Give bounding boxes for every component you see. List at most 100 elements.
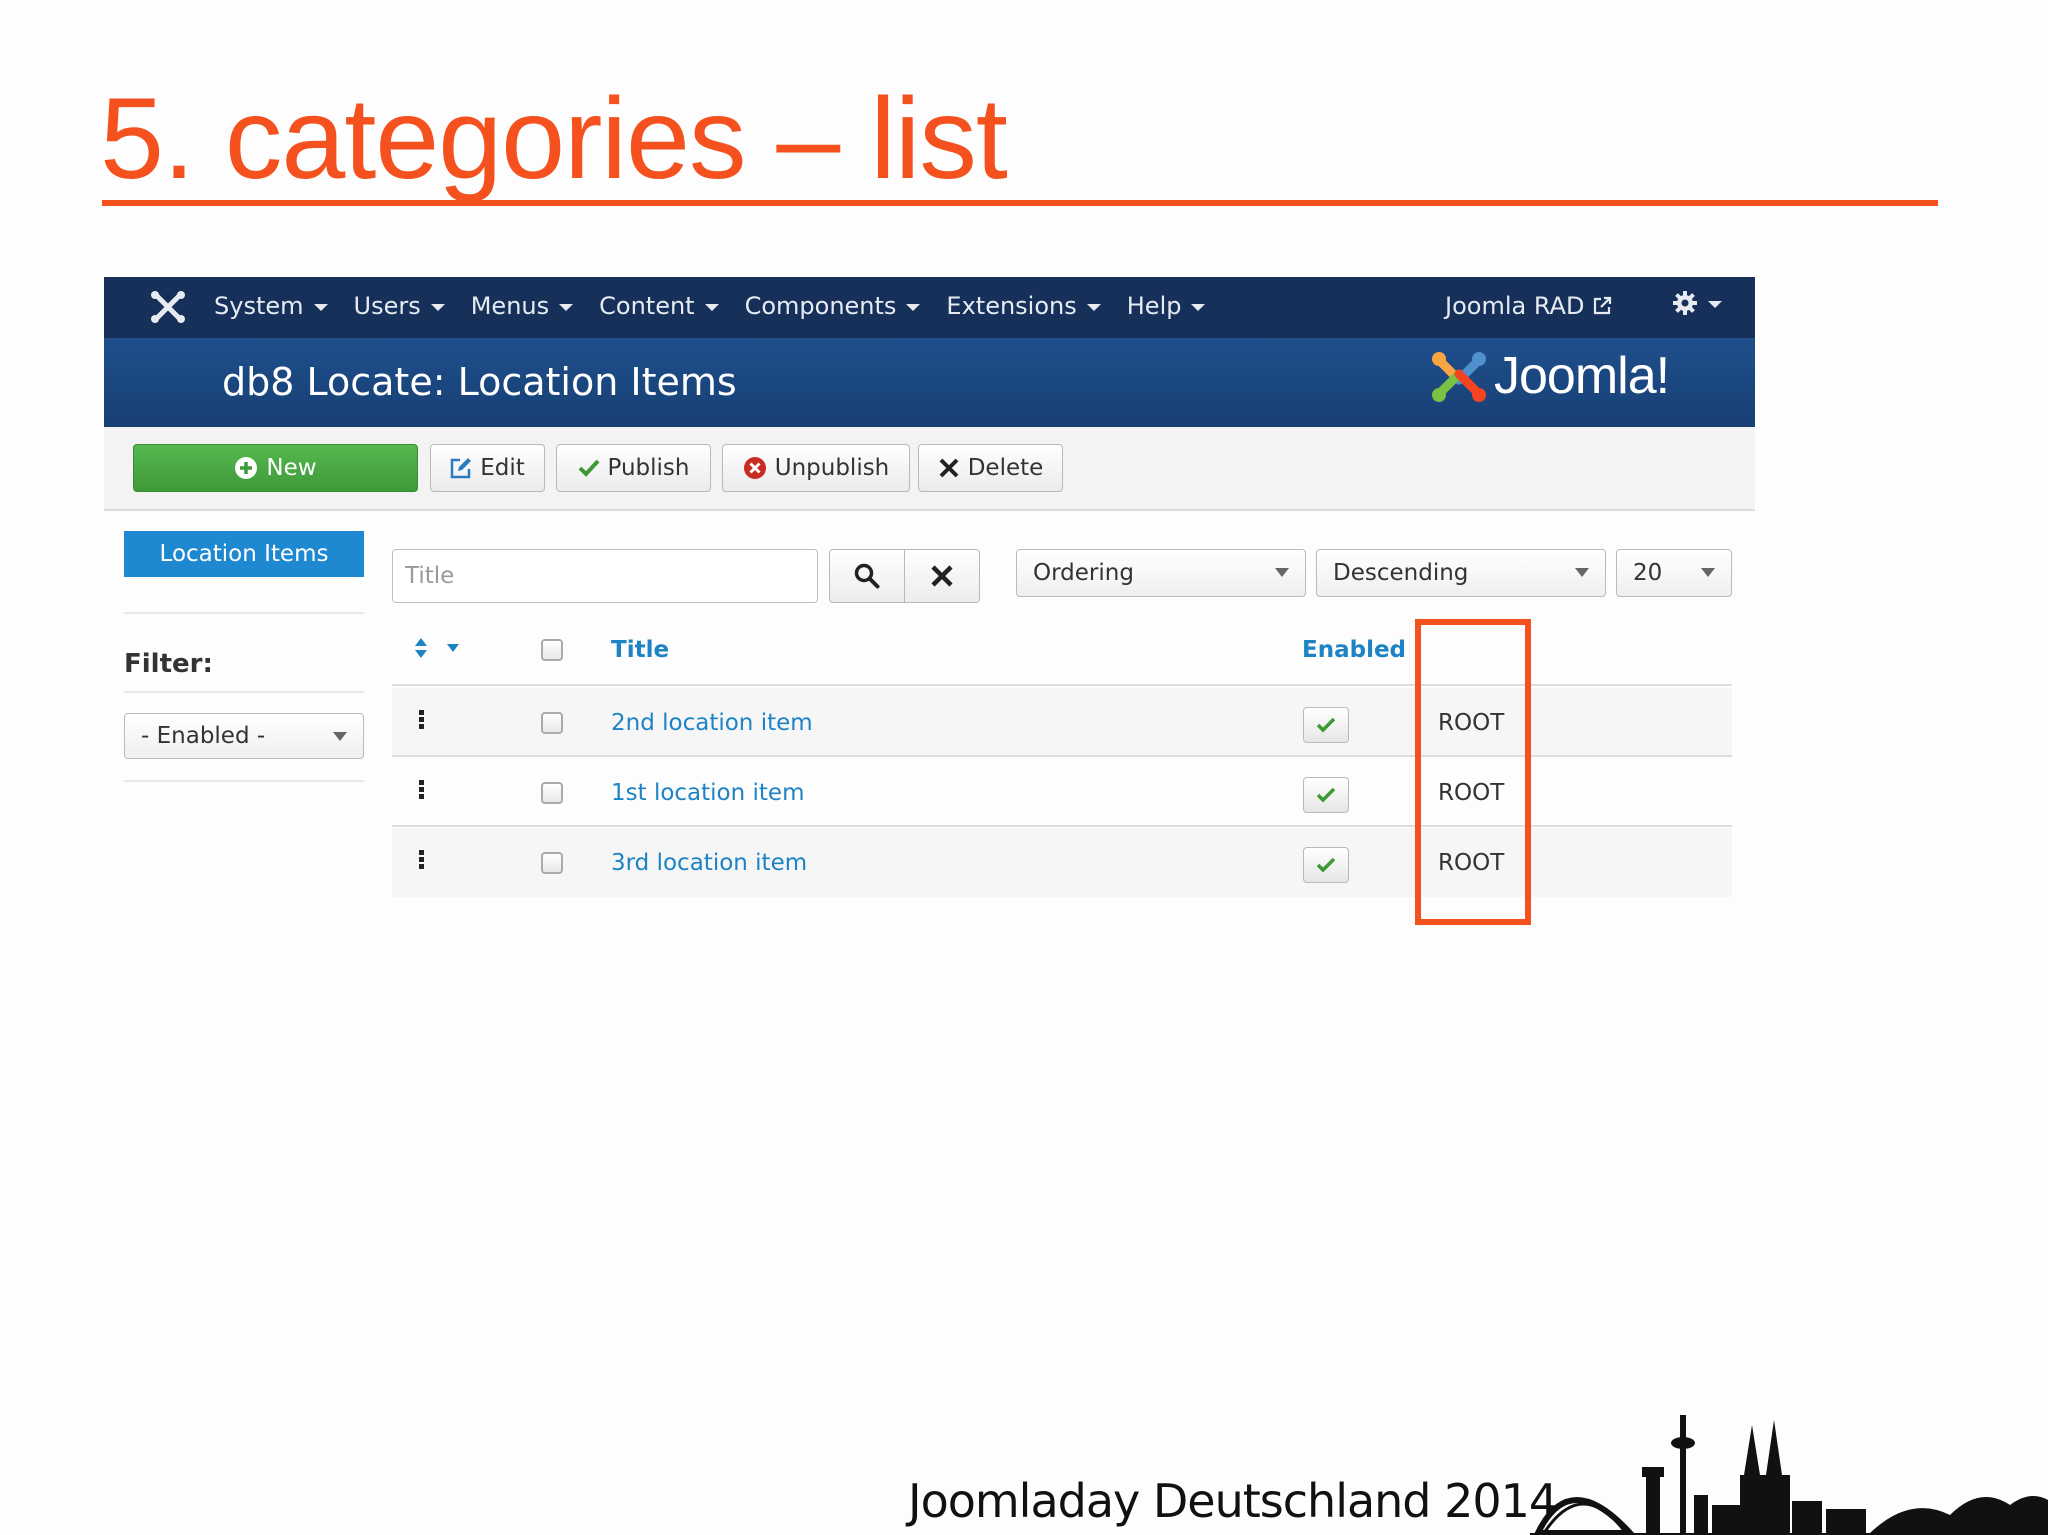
unpublish-button[interactable]: Unpublish [722,444,910,492]
root-column-highlight [1415,619,1531,925]
publish-button-label: Publish [607,455,690,481]
x-circle-icon [743,457,766,479]
unpublish-button-label: Unpublish [774,455,890,481]
caret-down-icon [906,304,921,311]
caret-down-icon [704,304,719,311]
checkmark-icon [578,459,599,477]
select-all-checkbox[interactable] [541,639,563,661]
close-icon [939,458,959,478]
caret-down-icon [313,304,328,311]
top-navbar: System Users Menus Content Components Ex… [104,277,1755,338]
enabled-filter-select[interactable]: - Enabled - [124,713,364,759]
gear-icon [1673,291,1697,315]
site-link-label: Joomla RAD [1445,292,1585,320]
ordering-sort-toggle[interactable] [414,637,460,659]
table-row: 1st location item ROOT [392,758,1732,827]
drag-handle-icon[interactable] [419,780,424,800]
dropdown-arrow-icon [333,732,347,741]
joomla-x-icon[interactable] [148,289,188,325]
dropdown-arrow-icon [1701,568,1715,577]
nav-item-help[interactable]: Help [1127,292,1206,320]
enabled-toggle[interactable] [1303,707,1349,743]
nav-label: Content [599,292,695,320]
caret-down-icon [1191,304,1206,311]
plus-circle-icon [235,457,258,479]
edit-button-label: Edit [480,455,525,481]
caret-down-icon [1708,301,1722,308]
dropdown-arrow-icon [1575,568,1589,577]
checkmark-icon [1316,717,1336,733]
enabled-filter-value: - Enabled - [141,723,266,749]
row-checkbox[interactable] [541,852,563,874]
site-link[interactable]: Joomla RAD [1445,292,1612,320]
nav-label: System [214,292,304,320]
nav-item-extensions[interactable]: Extensions [946,292,1101,320]
title-underline [102,200,1938,206]
caret-down-icon [447,644,459,652]
close-icon [931,565,953,587]
external-link-icon [1594,296,1612,315]
slide-footer: Joomladay Deutschland 2014 [908,1474,1558,1528]
table-row: 3rd location item ROOT [392,828,1732,897]
nav-label: Extensions [946,292,1077,320]
item-title-link[interactable]: 3rd location item [611,850,807,876]
direction-value: Descending [1333,560,1469,586]
table-header: Title Enabled [392,607,1732,686]
table-row: 2nd location item ROOT [392,688,1732,757]
page-title: db8 Locate: Location Items [222,360,737,404]
row-checkbox[interactable] [541,712,563,734]
settings-menu[interactable] [1672,290,1722,316]
filter-heading: Filter: [124,649,213,679]
publish-button[interactable]: Publish [556,444,711,492]
nav-item-users[interactable]: Users [354,292,445,320]
sidebar-divider [124,612,364,614]
caret-down-icon [559,304,574,311]
caret-down-icon [1086,304,1101,311]
joomla-wordmark: Joomla! [1494,347,1670,405]
new-button[interactable]: New [133,444,418,492]
nav-label: Components [744,292,897,320]
item-title-link[interactable]: 2nd location item [611,710,813,736]
drag-handle-icon[interactable] [419,710,424,730]
caret-down-icon [430,304,445,311]
sidebar-divider [124,691,364,693]
toolbar: New Edit Publish Unpublish Delete [104,427,1755,511]
list-limit-select[interactable]: 20 [1616,549,1732,597]
checkmark-icon [1316,857,1336,873]
enabled-toggle[interactable] [1303,777,1349,813]
nav-item-content[interactable]: Content [599,292,719,320]
delete-button-label: Delete [967,455,1044,481]
direction-select[interactable]: Descending [1316,549,1606,597]
sidebar-divider [124,780,364,782]
edit-icon [450,458,472,479]
joomla-logo: Joomla! [1430,346,1670,406]
nav-menu: System Users Menus Content Components Ex… [214,292,1206,320]
row-checkbox[interactable] [541,782,563,804]
list-limit-value: 20 [1633,560,1663,586]
search-icon [854,563,880,589]
enabled-column-header[interactable]: Enabled [1302,637,1406,663]
sidebar-item-location-items[interactable]: Location Items [124,531,364,577]
page-header: db8 Locate: Location Items Joomla! [104,338,1755,427]
ordering-value: Ordering [1033,560,1134,586]
joomla-logo-icon [1432,352,1486,402]
nav-label: Users [353,292,421,320]
title-column-header[interactable]: Title [611,637,669,663]
edit-button[interactable]: Edit [430,444,545,492]
slide-title: 5. categories – list [100,75,1008,203]
nav-item-system[interactable]: System [214,292,328,320]
nav-item-components[interactable]: Components [745,292,921,320]
nav-item-menus[interactable]: Menus [471,292,574,320]
cologne-skyline-image [1530,1415,2048,1535]
search-input[interactable] [392,549,818,603]
sort-icon [415,638,427,658]
ordering-select[interactable]: Ordering [1016,549,1306,597]
search-button[interactable] [829,549,905,603]
item-title-link[interactable]: 1st location item [611,780,804,806]
delete-button[interactable]: Delete [918,444,1063,492]
dropdown-arrow-icon [1275,568,1289,577]
enabled-toggle[interactable] [1303,847,1349,883]
nav-label: Help [1126,292,1182,320]
drag-handle-icon[interactable] [419,850,424,870]
clear-search-button[interactable] [904,549,980,603]
